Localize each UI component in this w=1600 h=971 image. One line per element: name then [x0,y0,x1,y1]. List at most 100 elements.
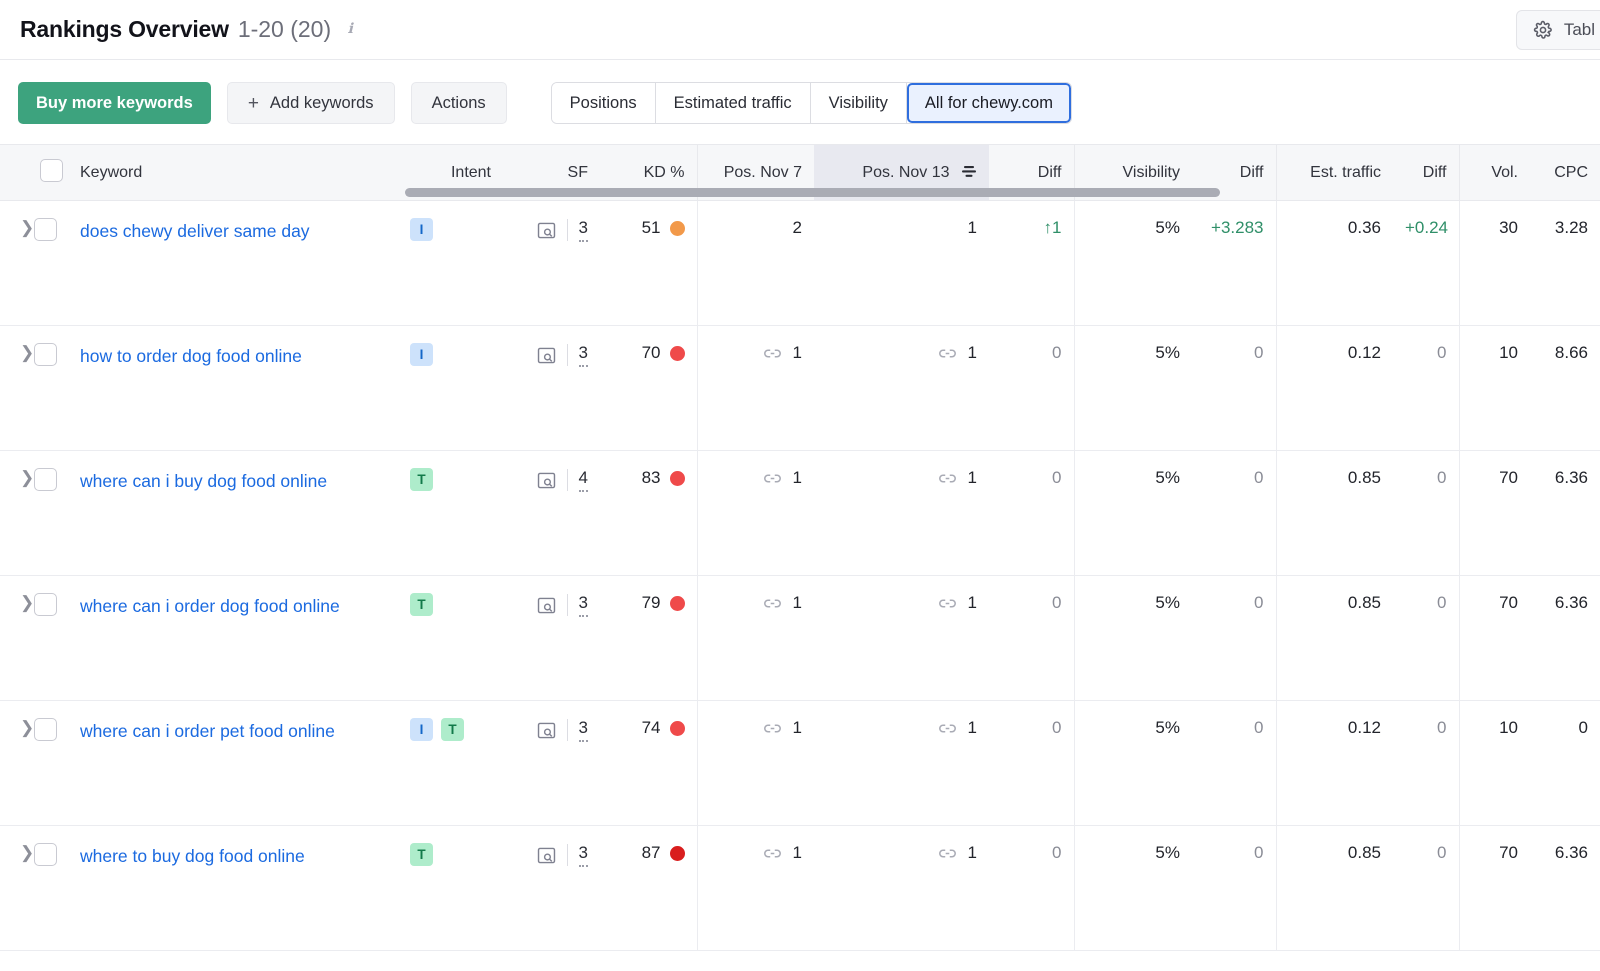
visibility-diff-value: 0 [1254,468,1263,487]
vol-cell: 30 [1459,201,1530,326]
vol-cell: 70 [1459,451,1530,576]
add-keywords-button[interactable]: + Add keywords [227,82,395,124]
pos-nov13-cell: 1 [814,201,989,326]
row-checkbox[interactable] [34,218,57,241]
intent-badge-i[interactable]: I [410,218,433,241]
est-traffic-diff-value: 0 [1437,593,1446,612]
intent-badge-i[interactable]: I [410,718,433,741]
visibility-cell: 5% [1074,576,1192,701]
visibility-value: 5% [1155,843,1180,862]
cpc-cell: 8.66 [1530,326,1600,451]
visibility-diff-value: 0 [1254,343,1263,362]
intent-badge-t[interactable]: T [441,718,464,741]
vol-value: 10 [1499,718,1518,737]
horizontal-scrollbar[interactable] [405,188,1220,197]
pos-diff-value: 0 [1052,718,1061,737]
pos-nov13-cell: 1 [814,326,989,451]
visibility-value: 5% [1155,218,1180,237]
pos-diff-value: 0 [1052,343,1061,362]
header-vol[interactable]: Vol. [1459,145,1530,201]
pos-diff-cell: 0 [989,576,1074,701]
cpc-cell: 0 [1530,701,1600,826]
cpc-cell: 6.36 [1530,826,1600,951]
sf-value[interactable]: 4 [579,468,588,492]
sf-cell: 4 [503,451,600,576]
expand-row-chevron-icon[interactable]: ❯ [20,343,34,362]
est-traffic-cell: 0.12 [1276,326,1393,451]
keyword-link[interactable]: where can i order dog food online [80,593,370,619]
gear-icon [1533,20,1553,40]
select-all-checkbox[interactable] [40,159,63,182]
tab-positions[interactable]: Positions [552,83,656,123]
visibility-diff-cell: 0 [1192,326,1276,451]
table-settings-button[interactable]: Tabl [1516,10,1600,50]
keyword-link[interactable]: where to buy dog food online [80,843,370,869]
sf-cell: 3 [503,326,600,451]
row-expand-cell: ❯ [0,701,30,826]
url-link-icon [938,344,957,363]
buy-more-keywords-button[interactable]: Buy more keywords [18,82,211,124]
sf-value[interactable]: 3 [579,718,588,742]
header-est-traffic-diff[interactable]: Diff [1393,145,1459,201]
pos-nov7-value: 2 [793,218,802,238]
tab-visibility[interactable]: Visibility [811,83,907,123]
pos-nov7-value: 1 [793,468,802,488]
est-traffic-diff-value: 0 [1437,718,1446,737]
url-link-icon [763,844,782,863]
pos-diff-value: 0 [1052,593,1061,612]
expand-row-chevron-icon[interactable]: ❯ [20,593,34,612]
vol-value: 70 [1499,593,1518,612]
pos-nov7-value: 1 [793,343,802,363]
tab-all-for-chewy-com[interactable]: All for chewy.com [907,83,1071,123]
intent-cell: T [398,451,503,576]
visibility-cell: 5% [1074,826,1192,951]
row-checkbox[interactable] [34,468,57,491]
est-traffic-cell: 0.85 [1276,826,1393,951]
expand-row-chevron-icon[interactable]: ❯ [20,843,34,862]
actions-button[interactable]: Actions [411,82,507,124]
expand-row-chevron-icon[interactable]: ❯ [20,468,34,487]
row-checkbox[interactable] [34,593,57,616]
keyword-link[interactable]: where can i order pet food online [80,718,370,744]
keyword-link[interactable]: does chewy deliver same day [80,218,370,244]
pos-nov13-value: 1 [968,468,977,488]
expand-row-chevron-icon[interactable]: ❯ [20,718,34,737]
visibility-diff-value: 0 [1254,843,1263,862]
intent-badge-t[interactable]: T [410,468,433,491]
sf-value[interactable]: 3 [579,343,588,367]
header-est-traffic[interactable]: Est. traffic [1276,145,1393,201]
expand-row-chevron-icon[interactable]: ❯ [20,218,34,237]
url-link-icon [938,844,957,863]
row-checkbox[interactable] [34,843,57,866]
info-icon[interactable]: ℹ [343,23,357,37]
keyword-cell: how to order dog food online [68,326,398,451]
sf-value[interactable]: 3 [579,593,588,617]
intent-cell: IT [398,701,503,826]
serp-feature-icon [537,221,556,240]
row-select-cell [30,326,68,451]
sf-value[interactable]: 3 [579,218,588,242]
pos-nov7-cell: 1 [697,326,814,451]
intent-badge-i[interactable]: I [410,343,433,366]
intent-badge-t[interactable]: T [410,593,433,616]
keyword-link[interactable]: where can i buy dog food online [80,468,370,494]
serp-feature-icon [537,596,556,615]
est-traffic-diff-cell: 0 [1393,701,1459,826]
tab-estimated-traffic[interactable]: Estimated traffic [656,83,811,123]
row-checkbox[interactable] [34,718,57,741]
header-keyword[interactable]: Keyword [68,145,398,201]
header-cpc[interactable]: CPC [1530,145,1600,201]
est-traffic-cell: 0.12 [1276,701,1393,826]
visibility-diff-value: 0 [1254,718,1263,737]
pos-nov13-value: 1 [968,718,977,738]
keyword-link[interactable]: how to order dog food online [80,343,370,369]
kd-cell: 74 [600,701,697,826]
sf-value[interactable]: 3 [579,843,588,867]
est-traffic-diff-cell: 0 [1393,326,1459,451]
row-select-cell [30,701,68,826]
row-checkbox[interactable] [34,343,57,366]
pos-diff-cell: ↑1 [989,201,1074,326]
visibility-diff-cell: 0 [1192,451,1276,576]
serp-feature-icon [537,721,556,740]
intent-badge-t[interactable]: T [410,843,433,866]
